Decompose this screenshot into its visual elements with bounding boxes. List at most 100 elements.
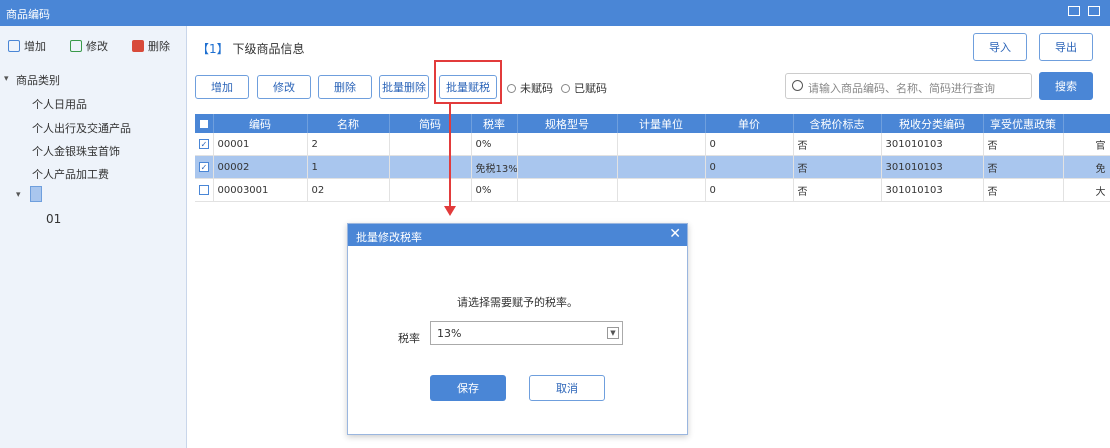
search-button[interactable]: 搜索 bbox=[1039, 72, 1093, 100]
radio-unset-label: 未赋码 bbox=[520, 82, 553, 95]
table-cell: 0 bbox=[705, 178, 794, 202]
table-cell bbox=[389, 133, 472, 156]
tax-rate-select[interactable]: 13% ▼ bbox=[430, 321, 623, 345]
radio-set[interactable]: 已赋码 bbox=[561, 80, 607, 96]
dialog-close-icon[interactable]: ✕ bbox=[669, 226, 681, 242]
column-header[interactable]: 简码 bbox=[389, 114, 472, 133]
table-cell: 大 bbox=[1063, 178, 1110, 202]
radio-unset[interactable]: 未赋码 bbox=[507, 80, 553, 96]
expand-icon[interactable]: ▾ bbox=[16, 190, 21, 200]
folder-icon[interactable] bbox=[30, 186, 42, 202]
table-cell: 否 bbox=[793, 133, 882, 156]
table-header-row: 编码 名称 简码 税率 规格型号 计量单位 单价 含税价标志 税收分类编码 享受… bbox=[195, 114, 1110, 133]
column-header[interactable]: 编码 bbox=[213, 114, 308, 133]
sidebar: 增加 修改 删除 ▾ 商品类别 个人日用品 个人出行及交通产品 个人金银珠宝首饰… bbox=[0, 26, 187, 448]
table-cell: 0% bbox=[471, 178, 518, 202]
close-icon[interactable] bbox=[1088, 6, 1100, 16]
table-cell bbox=[617, 133, 706, 156]
column-header[interactable]: 税率 bbox=[471, 114, 518, 133]
table-cell: 否 bbox=[983, 178, 1064, 202]
table-cell: 否 bbox=[793, 155, 882, 179]
column-header[interactable]: 税收分类编码 bbox=[881, 114, 984, 133]
expand-icon[interactable]: ▾ bbox=[4, 74, 9, 84]
chevron-down-icon[interactable]: ▼ bbox=[607, 327, 619, 339]
dialog-title: 批量修改税率 bbox=[356, 231, 422, 244]
column-header[interactable]: 单价 bbox=[705, 114, 794, 133]
tree-root[interactable]: 商品类别 bbox=[16, 72, 60, 88]
table-row-selected[interactable]: ✓ 00002 1 免税13% 0 否 301010103 否 免 bbox=[195, 155, 1110, 179]
tree-item[interactable]: 个人日用品 bbox=[32, 96, 87, 112]
cancel-button[interactable]: 取消 bbox=[529, 375, 605, 401]
header-title: 下级商品信息 bbox=[232, 42, 305, 56]
table-cell: 官 bbox=[1063, 133, 1110, 156]
table-cell bbox=[517, 155, 618, 179]
table-cell: 1 bbox=[307, 155, 390, 179]
search-input[interactable]: 请输入商品编码、名称、简码进行查询 bbox=[785, 73, 1032, 99]
column-header[interactable]: 含税价标志 bbox=[793, 114, 882, 133]
sidebar-delete-button[interactable]: 删除 bbox=[132, 38, 170, 54]
table-cell: 301010103 bbox=[881, 155, 984, 179]
add-icon bbox=[8, 40, 20, 52]
search-icon bbox=[792, 80, 803, 91]
sidebar-edit-label: 修改 bbox=[86, 40, 108, 53]
dialog-message: 请选择需要赋予的税率。 bbox=[457, 296, 578, 309]
column-header[interactable]: 规格型号 bbox=[517, 114, 618, 133]
tree-child[interactable]: 01 bbox=[46, 212, 61, 226]
tax-rate-value: 13% bbox=[437, 327, 462, 340]
row-checkbox[interactable]: ✓ bbox=[195, 155, 214, 179]
table-cell: 免 bbox=[1063, 155, 1110, 179]
tree-item[interactable]: 个人出行及交通产品 bbox=[32, 120, 131, 136]
add-button[interactable]: 增加 bbox=[195, 75, 249, 99]
radio-circle-icon bbox=[507, 83, 516, 93]
tree-item[interactable]: 个人金银珠宝首饰 bbox=[32, 143, 120, 159]
sidebar-add-button[interactable]: 增加 bbox=[8, 38, 46, 54]
edit-icon bbox=[70, 40, 82, 52]
table-cell bbox=[517, 133, 618, 156]
table-row[interactable]: 00003001 02 0% 0 否 301010103 否 大 bbox=[195, 178, 1110, 202]
tree-item[interactable]: 个人产品加工费 bbox=[32, 166, 109, 182]
table-cell: 00003001 bbox=[213, 178, 308, 202]
window-title: 商品编码 bbox=[6, 8, 50, 21]
table-cell: 301010103 bbox=[881, 178, 984, 202]
batch-delete-button[interactable]: 批量删除 bbox=[379, 75, 429, 99]
save-button[interactable]: 保存 bbox=[430, 375, 506, 401]
sidebar-delete-label: 删除 bbox=[148, 40, 170, 53]
table-cell bbox=[617, 178, 706, 202]
table-cell bbox=[617, 155, 706, 179]
table-cell: 否 bbox=[983, 133, 1064, 156]
minimize-icon[interactable] bbox=[1068, 6, 1080, 16]
column-header[interactable]: 享受优惠政策 bbox=[983, 114, 1064, 133]
table-cell: 2 bbox=[307, 133, 390, 156]
batch-tax-dialog: 批量修改税率 ✕ 请选择需要赋予的税率。 税率 13% ▼ 保存 取消 bbox=[347, 223, 688, 435]
table-cell: 00002 bbox=[213, 155, 308, 179]
arrow-head-icon bbox=[444, 206, 456, 216]
tax-rate-label: 税率 bbox=[398, 332, 420, 345]
table-cell bbox=[389, 178, 472, 202]
column-header[interactable]: 计量单位 bbox=[617, 114, 706, 133]
radio-circle-icon bbox=[561, 83, 570, 93]
row-checkbox[interactable] bbox=[195, 178, 214, 202]
sidebar-add-label: 增加 bbox=[24, 40, 46, 53]
table-cell: 00001 bbox=[213, 133, 308, 156]
sidebar-edit-button[interactable]: 修改 bbox=[70, 38, 108, 54]
product-table: 编码 名称 简码 税率 规格型号 计量单位 单价 含税价标志 税收分类编码 享受… bbox=[195, 114, 1110, 202]
table-cell: 0 bbox=[705, 155, 794, 179]
table-cell: 0% bbox=[471, 133, 518, 156]
dialog-header: 批量修改税率 ✕ bbox=[348, 224, 687, 246]
delete-button[interactable]: 删除 bbox=[318, 75, 372, 99]
table-cell: 301010103 bbox=[881, 133, 984, 156]
column-header-extra[interactable] bbox=[1063, 114, 1110, 133]
delete-icon bbox=[132, 40, 144, 52]
section-header: 【1】 下级商品信息 bbox=[197, 40, 304, 57]
table-cell: 02 bbox=[307, 178, 390, 202]
row-checkbox[interactable]: ✓ bbox=[195, 133, 214, 156]
column-header[interactable]: 名称 bbox=[307, 114, 390, 133]
import-button[interactable]: 导入 bbox=[973, 33, 1027, 61]
table-row[interactable]: ✓ 00001 2 0% 0 否 301010103 否 官 bbox=[195, 133, 1110, 156]
select-all-checkbox[interactable] bbox=[195, 114, 214, 133]
radio-set-label: 已赋码 bbox=[574, 82, 607, 95]
export-button[interactable]: 导出 bbox=[1039, 33, 1093, 61]
table-cell: 0 bbox=[705, 133, 794, 156]
table-cell bbox=[389, 155, 472, 179]
edit-button[interactable]: 修改 bbox=[257, 75, 311, 99]
